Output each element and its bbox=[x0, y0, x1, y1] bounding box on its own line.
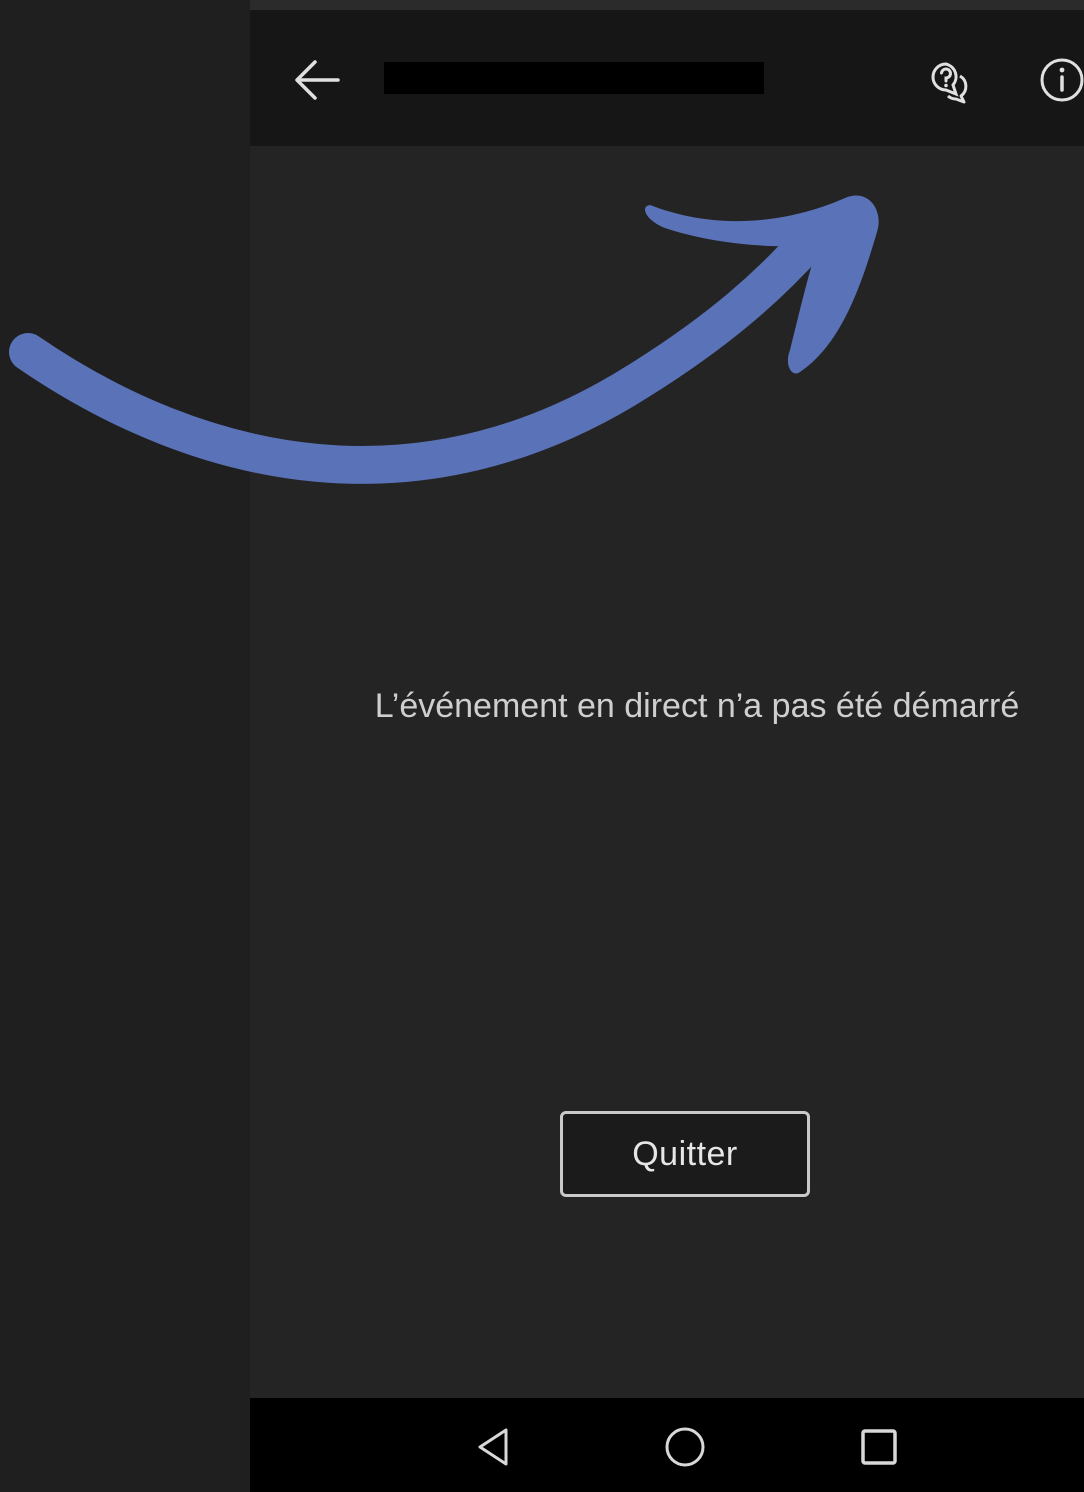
circle-home-icon bbox=[665, 1427, 705, 1467]
info-circle-icon bbox=[1040, 58, 1084, 102]
redacted-title bbox=[384, 62, 764, 94]
question-chat-icon bbox=[931, 62, 968, 104]
status-bar bbox=[250, 0, 1084, 10]
nav-back-button[interactable] bbox=[470, 1422, 520, 1472]
arrow-left-icon bbox=[295, 60, 340, 100]
triangle-back-icon bbox=[478, 1428, 508, 1466]
screenshot-canvas: L’événement en direct n’a pas été démarr… bbox=[0, 0, 1084, 1492]
app-bar bbox=[250, 10, 1084, 146]
left-blank-panel bbox=[0, 0, 250, 1492]
info-button[interactable] bbox=[1030, 52, 1084, 108]
system-nav-bar bbox=[250, 1398, 1084, 1492]
nav-recents-button[interactable] bbox=[854, 1422, 904, 1472]
qa-button[interactable] bbox=[916, 52, 976, 108]
quit-button[interactable]: Quitter bbox=[560, 1111, 810, 1197]
phone-screen: L’événement en direct n’a pas été démarr… bbox=[250, 0, 1084, 1492]
back-button[interactable] bbox=[288, 52, 348, 108]
nav-home-button[interactable] bbox=[660, 1422, 710, 1472]
square-recents-icon bbox=[861, 1429, 897, 1465]
event-not-started-message: L’événement en direct n’a pas été démarr… bbox=[374, 687, 1020, 725]
